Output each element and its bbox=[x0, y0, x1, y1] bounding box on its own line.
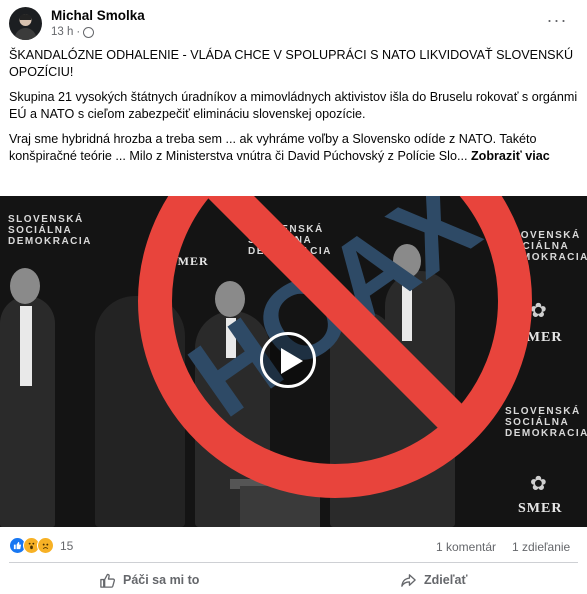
play-button[interactable] bbox=[260, 332, 316, 388]
more-options-button[interactable]: ··· bbox=[547, 10, 567, 30]
post-video[interactable]: SLOVENSKÁ SOCIÁLNA DEMOKRACIA SLOVENSKÁ SOC… bbox=[0, 196, 587, 527]
post-headline: ŠKANDALÓZNE ODHALENIE - VLÁDA CHCE V SPO… bbox=[9, 48, 574, 79]
like-label: Páči sa mi to bbox=[123, 573, 200, 587]
share-button[interactable]: Zdieľať bbox=[400, 569, 467, 591]
post-actions: Páči sa mi to Zdieľať bbox=[0, 566, 587, 594]
globe-icon bbox=[83, 26, 95, 38]
share-arrow-icon bbox=[401, 573, 416, 587]
shares-count-link[interactable]: 1 zdieľanie bbox=[512, 540, 570, 554]
post-stats: 15 1 komentár 1 zdieľanie bbox=[0, 537, 587, 557]
post-paragraph: Skupina 21 vysokých štátnych úradníkov a… bbox=[9, 90, 578, 121]
reaction-count: 15 bbox=[60, 538, 74, 553]
post-time[interactable]: 13 h bbox=[51, 26, 73, 38]
share-label: Zdieľať bbox=[424, 573, 468, 587]
post-header: Michal Smolka 13 h · ··· bbox=[0, 0, 587, 42]
divider bbox=[9, 562, 578, 563]
avatar[interactable] bbox=[9, 7, 42, 40]
see-more-link[interactable]: Zobraziť viac bbox=[471, 149, 550, 163]
play-icon bbox=[281, 348, 303, 374]
reactions-summary[interactable]: 15 bbox=[9, 537, 73, 554]
person-head bbox=[10, 268, 40, 304]
sad-reaction-icon bbox=[37, 537, 54, 554]
hoax-stamp: HOAX bbox=[138, 196, 532, 498]
like-button[interactable]: Páči sa mi to bbox=[99, 569, 199, 591]
author-name[interactable]: Michal Smolka bbox=[51, 8, 145, 23]
post-paragraph: Vraj sme hybridná hrozba a treba sem ...… bbox=[9, 132, 550, 163]
more-options-icon: ··· bbox=[546, 9, 568, 30]
post-meta: 13 h · bbox=[51, 26, 95, 38]
comments-count-link[interactable]: 1 komentár bbox=[436, 540, 496, 554]
thumbs-up-icon bbox=[100, 573, 116, 588]
post-text: ŠKANDALÓZNE ODHALENIE - VLÁDA CHCE V SPO… bbox=[9, 47, 581, 173]
party-banner: SLOVENSKÁSOCIÁLNADEMOKRACIA bbox=[8, 214, 92, 247]
